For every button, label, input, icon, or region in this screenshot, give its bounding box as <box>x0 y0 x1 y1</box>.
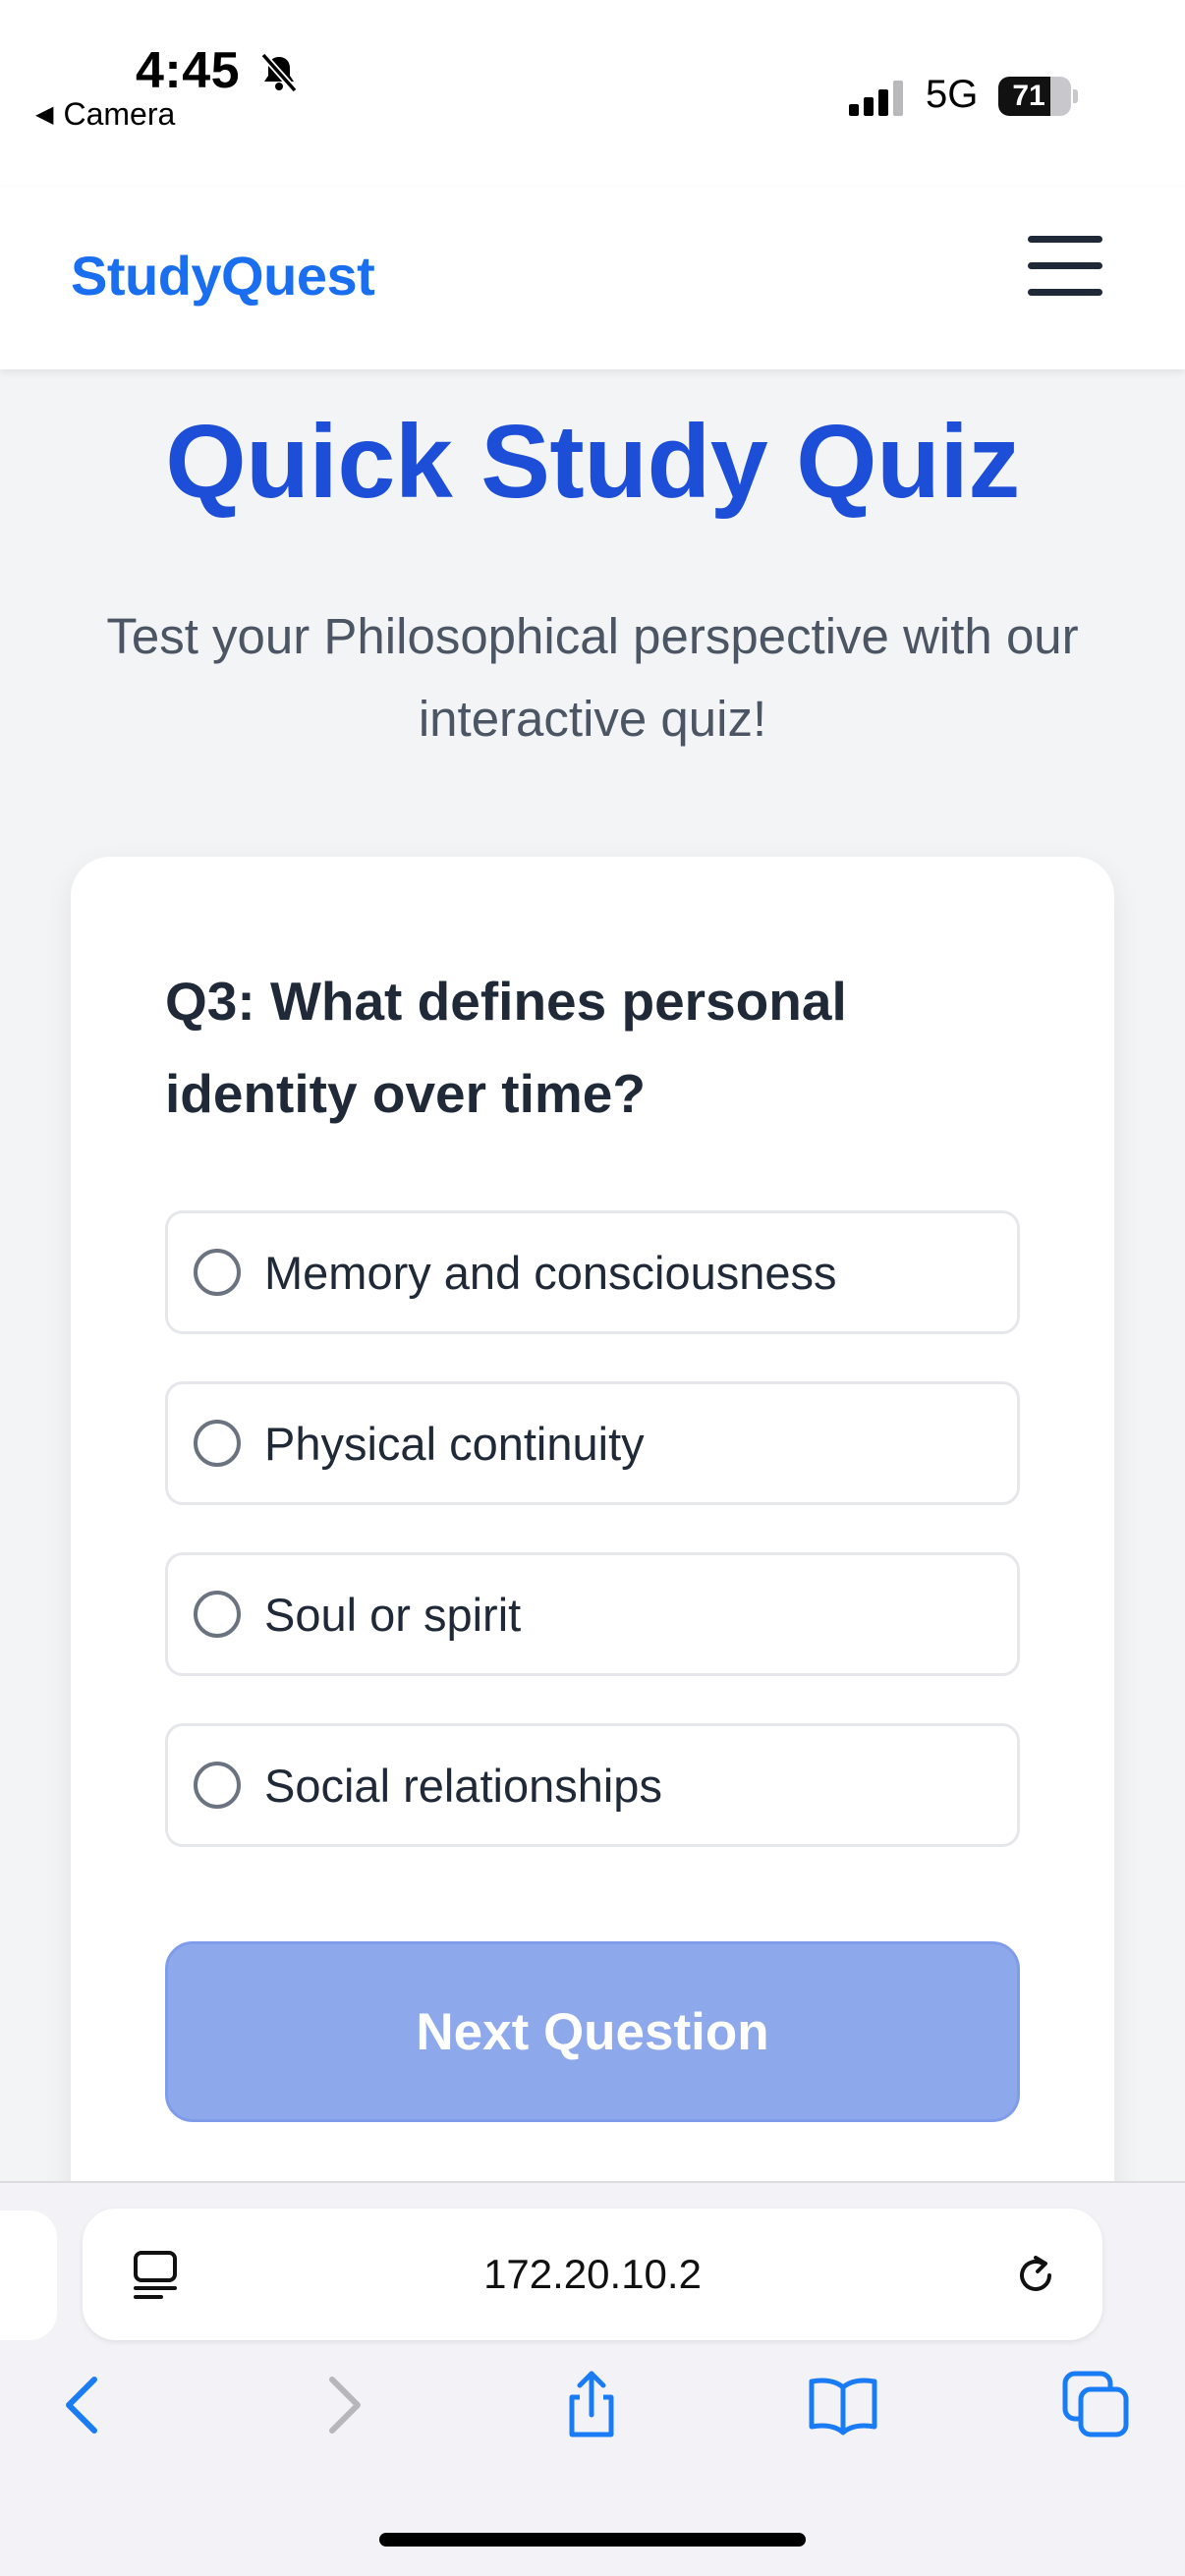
tabs-icon[interactable] <box>1061 2370 1132 2440</box>
radio-button[interactable] <box>194 1420 241 1467</box>
answer-label: Physical continuity <box>264 1417 645 1470</box>
network-type: 5G <box>926 73 979 116</box>
share-icon[interactable] <box>556 2370 627 2440</box>
cellular-signal-icon <box>849 81 903 116</box>
menu-bar <box>1028 262 1102 269</box>
previous-tab-preview[interactable] <box>0 2211 57 2340</box>
reload-icon[interactable] <box>1010 2250 1061 2301</box>
answer-label: Memory and consciousness <box>264 1246 837 1299</box>
forward-arrow-icon[interactable] <box>307 2370 377 2440</box>
answer-label: Social relationships <box>264 1759 662 1812</box>
radio-button[interactable] <box>194 1762 241 1809</box>
answer-label: Soul or spirit <box>264 1588 522 1641</box>
radio-button[interactable] <box>194 1249 241 1296</box>
radio-button[interactable] <box>194 1591 241 1638</box>
back-arrow-icon[interactable] <box>49 2370 120 2440</box>
back-to-app-link[interactable]: ◀ Camera <box>35 96 175 133</box>
page-menu-icon[interactable] <box>132 2250 179 2301</box>
home-indicator <box>379 2533 806 2547</box>
status-bar: 4:45 ◀ Camera 5G 71 <box>0 0 1185 187</box>
answer-option[interactable]: Physical continuity <box>165 1381 1020 1505</box>
back-triangle-icon: ◀ <box>35 101 54 128</box>
quiz-card: Q3: What defines personal identity over … <box>71 857 1114 2232</box>
menu-bar <box>1028 236 1102 243</box>
page-subtitle: Test your Philosophical perspective with… <box>106 608 1079 747</box>
battery-percent: 71 <box>1012 80 1045 112</box>
brand-logo[interactable]: StudyQuest <box>71 244 375 308</box>
menu-bar <box>1028 289 1102 296</box>
status-time: 4:45 <box>136 42 241 99</box>
next-question-button[interactable]: Next Question <box>165 1941 1020 2122</box>
battery-icon: 71 <box>998 77 1078 116</box>
silent-bell-icon <box>260 52 298 93</box>
bookmarks-icon[interactable] <box>808 2370 878 2440</box>
page-title: Quick Study Quiz <box>165 404 1020 520</box>
quiz-question: Q3: What defines personal identity over … <box>165 971 847 1124</box>
menu-icon[interactable] <box>1028 236 1102 297</box>
answer-option[interactable]: Social relationships <box>165 1723 1020 1847</box>
answer-option[interactable]: Soul or spirit <box>165 1552 1020 1676</box>
answer-option[interactable]: Memory and consciousness <box>165 1210 1020 1334</box>
url-text[interactable]: 172.20.10.2 <box>83 2209 1102 2340</box>
battery-cap <box>1073 89 1078 103</box>
page: 4:45 ◀ Camera 5G 71 StudyQuest Quick Stu… <box>0 0 1185 2576</box>
app-header: StudyQuest <box>0 187 1185 369</box>
address-bar[interactable]: 172.20.10.2 <box>83 2209 1102 2340</box>
back-app-label: Camera <box>63 96 176 132</box>
